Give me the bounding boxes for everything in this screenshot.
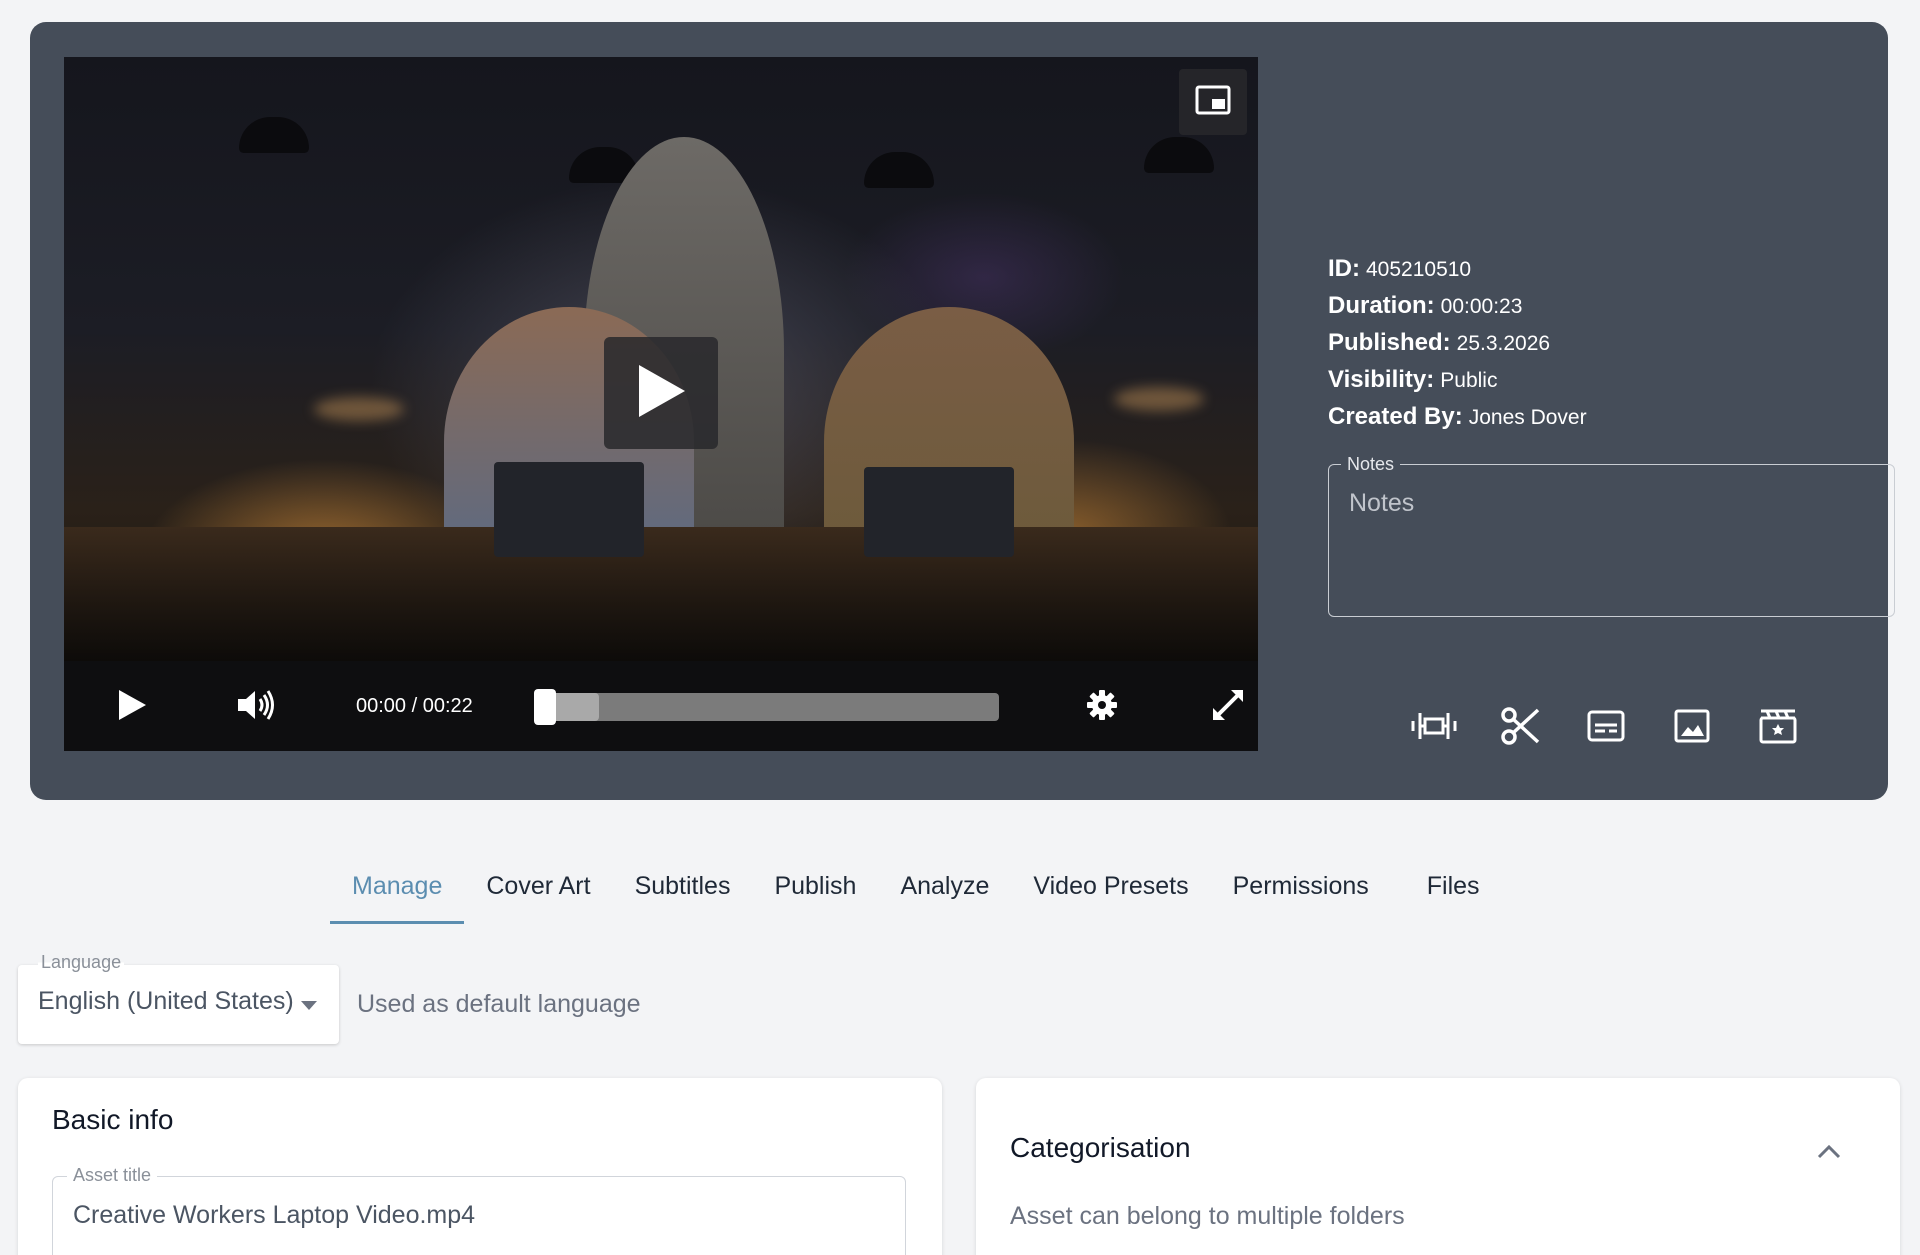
- volume-icon: [236, 688, 276, 727]
- collapse-button[interactable]: [1814, 1138, 1844, 1168]
- image-icon: [1674, 709, 1710, 748]
- cover-image-button[interactable]: [1668, 704, 1716, 752]
- video-player[interactable]: 00:00 / 00:22: [64, 57, 1258, 751]
- notes-field: Notes: [1328, 454, 1895, 617]
- play-icon: [635, 363, 687, 424]
- tab-subtitles[interactable]: Subtitles: [613, 858, 753, 924]
- meta-id-value: 405210510: [1366, 258, 1472, 281]
- settings-button[interactable]: [1078, 683, 1126, 731]
- meta-duration: Duration: 00:00:23: [1328, 287, 1587, 324]
- notes-label: Notes: [1341, 454, 1401, 475]
- meta-id-key: ID:: [1328, 255, 1360, 282]
- basic-info-card: Basic info Asset title: [18, 1078, 942, 1255]
- volume-button[interactable]: [232, 683, 280, 731]
- categorisation-title: Categorisation: [1010, 1132, 1191, 1163]
- caret-down-icon: [301, 1001, 317, 1010]
- meta-published-value: 25.3.2026: [1456, 332, 1551, 355]
- meta-published-key: Published:: [1328, 329, 1451, 356]
- lamp-glow: [314, 397, 404, 421]
- clapperboard-icon: [1759, 708, 1797, 749]
- subtitles-icon: [1587, 710, 1625, 747]
- asset-title-label: Asset title: [67, 1165, 158, 1186]
- play-icon: [117, 689, 147, 726]
- meta-published: Published: 25.3.2026: [1328, 324, 1587, 361]
- meta-duration-key: Duration:: [1328, 292, 1435, 319]
- trim-icon: [1411, 709, 1457, 748]
- meta-visibility: Visibility: Public: [1328, 361, 1587, 398]
- asset-tabs: Manage Cover Art Subtitles Publish Analy…: [330, 858, 1502, 924]
- subtitles-button[interactable]: [1582, 704, 1630, 752]
- player-controls: 00:00 / 00:22: [64, 661, 1258, 751]
- meta-visibility-value: Public: [1440, 369, 1498, 392]
- picture-in-picture-button[interactable]: [1179, 69, 1247, 135]
- tab-publish[interactable]: Publish: [752, 858, 878, 924]
- language-value: English (United States): [38, 987, 294, 1015]
- meta-duration-value: 00:00:23: [1440, 295, 1523, 318]
- lamp-shade: [864, 152, 934, 188]
- language-label: Language: [38, 952, 125, 973]
- fullscreen-button[interactable]: [1204, 683, 1252, 731]
- play-button[interactable]: [108, 683, 156, 731]
- asset-toolbar: [1410, 704, 1802, 752]
- fullscreen-icon: [1211, 688, 1245, 727]
- time-display: 00:00 / 00:22: [356, 695, 473, 717]
- tab-analyze[interactable]: Analyze: [878, 858, 1011, 924]
- language-select[interactable]: Language English (United States): [18, 952, 339, 1044]
- desk: [64, 527, 1258, 661]
- tab-permissions[interactable]: Permissions: [1211, 858, 1405, 924]
- notes-input[interactable]: [1349, 489, 1869, 599]
- asset-metadata: ID: 405210510 Duration: 00:00:23 Published…: [1328, 250, 1587, 435]
- tab-video-presets[interactable]: Video Presets: [1011, 858, 1210, 924]
- tab-manage[interactable]: Manage: [330, 858, 465, 924]
- seek-bar[interactable]: [534, 689, 999, 725]
- video-frame[interactable]: [64, 57, 1258, 661]
- cut-button[interactable]: [1496, 704, 1544, 752]
- seek-handle[interactable]: [534, 689, 556, 725]
- language-hint: Used as default language: [357, 990, 641, 1018]
- categorisation-card: Categorisation Asset can belong to multi…: [976, 1078, 1900, 1255]
- meta-id: ID: 405210510: [1328, 250, 1587, 287]
- media-preview-panel: 00:00 / 00:22 ID: 405210510 Duration: 00:0…: [30, 22, 1895, 800]
- lamp-glow: [1114, 387, 1204, 411]
- clip-button[interactable]: [1754, 704, 1802, 752]
- meta-visibility-key: Visibility:: [1328, 366, 1435, 393]
- chevron-up-icon: [1817, 1143, 1841, 1164]
- trim-button[interactable]: [1410, 704, 1458, 752]
- basic-info-title: Basic info: [52, 1104, 174, 1135]
- laptop: [494, 462, 644, 557]
- meta-created-by-value: Jones Dover: [1468, 406, 1587, 429]
- picture-in-picture-icon: [1195, 85, 1231, 120]
- asset-title-field: Asset title: [52, 1165, 906, 1255]
- gear-icon: [1086, 689, 1118, 726]
- big-play-button[interactable]: [604, 337, 718, 449]
- tab-files[interactable]: Files: [1405, 858, 1502, 924]
- categorisation-subtitle: Asset can belong to multiple folders: [1010, 1202, 1405, 1230]
- scissors-icon: [1500, 706, 1540, 751]
- tab-cover-art[interactable]: Cover Art: [464, 858, 612, 924]
- laptop: [864, 467, 1014, 557]
- meta-created-by: Created By: Jones Dover: [1328, 398, 1587, 435]
- lamp-shade: [239, 117, 309, 153]
- meta-created-by-key: Created By:: [1328, 403, 1463, 430]
- lamp-shade: [1144, 137, 1214, 173]
- asset-title-input[interactable]: [73, 1201, 873, 1230]
